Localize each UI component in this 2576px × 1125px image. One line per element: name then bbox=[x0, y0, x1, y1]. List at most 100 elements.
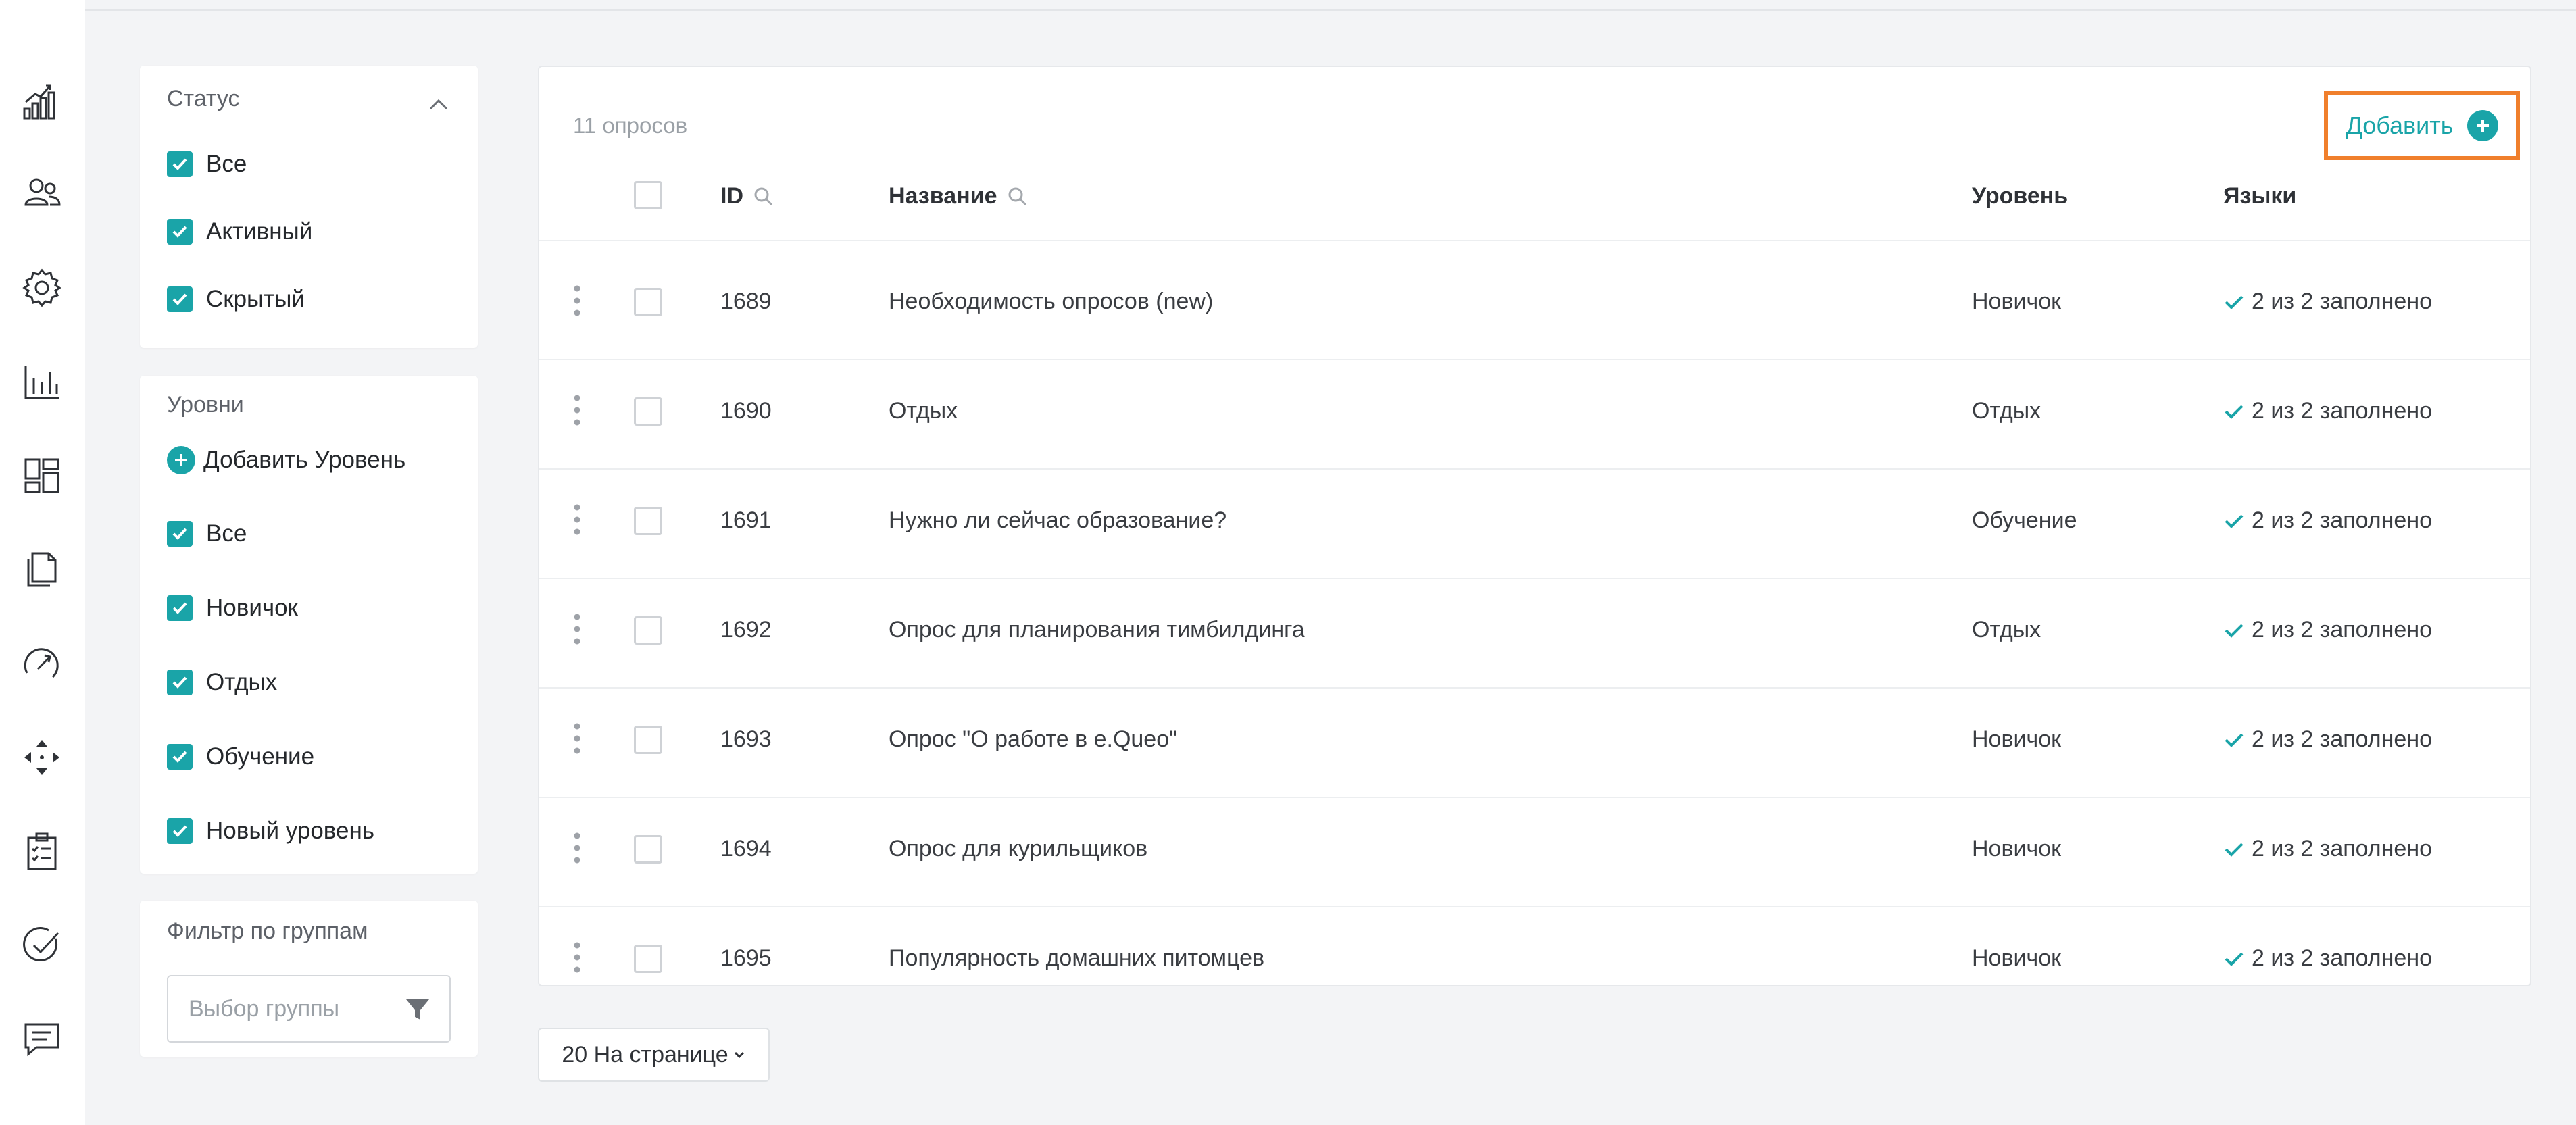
row-id: 1692 bbox=[720, 617, 772, 643]
row-languages: 2 из 2 заполнено bbox=[2223, 289, 2432, 315]
checkbox-checked-icon[interactable] bbox=[167, 595, 193, 621]
row-checkbox[interactable] bbox=[634, 945, 662, 973]
level-checkbox-rest[interactable]: Отдых bbox=[167, 668, 277, 697]
growth-chart-icon[interactable] bbox=[19, 78, 65, 124]
checkbox-checked-icon[interactable] bbox=[167, 286, 193, 312]
check-icon bbox=[2225, 843, 2244, 857]
filter-funnel-icon[interactable] bbox=[403, 995, 432, 1024]
check-icon bbox=[2225, 952, 2244, 966]
row-name[interactable]: Опрос для планирования тимбилдинга bbox=[889, 617, 1305, 643]
level-checkbox-education[interactable]: Обучение bbox=[167, 742, 314, 772]
add-survey-label: Добавить bbox=[2346, 111, 2454, 139]
check-icon bbox=[2225, 733, 2244, 747]
checkbox-checked-icon[interactable] bbox=[167, 219, 193, 245]
checkbox-checked-icon[interactable] bbox=[167, 818, 193, 844]
row-checkbox[interactable] bbox=[634, 288, 662, 316]
level-checkbox-all[interactable]: Все bbox=[167, 519, 247, 549]
row-name[interactable]: Нужно ли сейчас образование? bbox=[889, 507, 1227, 534]
level-checkbox-new-level[interactable]: Новый уровень bbox=[167, 816, 374, 846]
users-icon[interactable] bbox=[19, 171, 65, 217]
table-row[interactable]: 1695 Популярность домашних питомцев Нови… bbox=[539, 907, 2530, 985]
row-name[interactable]: Опрос "О работе в e.Queo" bbox=[889, 726, 1177, 753]
status-filter-title: Статус bbox=[167, 86, 240, 111]
status-checkbox-hidden[interactable]: Скрытый bbox=[167, 284, 305, 314]
move-arrows-icon[interactable] bbox=[19, 734, 65, 780]
level-option-label: Новый уровень bbox=[206, 818, 375, 844]
bar-chart-icon[interactable] bbox=[19, 359, 65, 405]
row-languages-label: 2 из 2 заполнено bbox=[2252, 726, 2433, 752]
checkbox-checked-icon[interactable] bbox=[167, 151, 193, 177]
table-row[interactable]: 1691 Нужно ли сейчас образование? Обучен… bbox=[539, 470, 2530, 579]
row-id: 1694 bbox=[720, 836, 772, 861]
status-checkbox-active[interactable]: Активный bbox=[167, 217, 312, 247]
select-all-checkbox[interactable] bbox=[634, 181, 662, 209]
per-page-label: 20 На странице bbox=[562, 1041, 728, 1068]
chevron-up-icon[interactable] bbox=[425, 91, 452, 118]
row-name[interactable]: Отдых bbox=[889, 398, 958, 424]
row-languages-label: 2 из 2 заполнено bbox=[2252, 945, 2433, 971]
check-circle-icon[interactable] bbox=[19, 922, 65, 968]
levels-filter-title: Уровни bbox=[167, 392, 244, 418]
level-option-label: Отдых bbox=[206, 669, 278, 695]
row-checkbox[interactable] bbox=[634, 835, 662, 864]
search-icon[interactable] bbox=[1007, 186, 1029, 207]
row-checkbox[interactable] bbox=[634, 726, 662, 754]
table-row[interactable]: 1693 Опрос "О работе в e.Queo" Новичок 2… bbox=[539, 689, 2530, 798]
survey-count: 11 опросов bbox=[573, 113, 688, 138]
status-checkbox-all[interactable]: Все bbox=[167, 149, 247, 179]
column-header-name[interactable]: Название bbox=[889, 183, 1029, 209]
drag-handle-icon[interactable] bbox=[572, 613, 583, 645]
search-icon[interactable] bbox=[753, 186, 774, 207]
row-level: Отдых bbox=[1972, 617, 2041, 643]
column-header-id[interactable]: ID bbox=[720, 183, 774, 209]
drag-handle-icon[interactable] bbox=[572, 722, 583, 755]
group-filter-title: Фильтр по группам bbox=[167, 918, 368, 944]
column-header-name-label: Название bbox=[889, 183, 997, 209]
row-languages-label: 2 из 2 заполнено bbox=[2252, 617, 2433, 643]
dashboard-icon[interactable] bbox=[19, 453, 65, 499]
row-name[interactable]: Опрос для курильщиков bbox=[889, 836, 1147, 862]
drag-handle-icon[interactable] bbox=[572, 941, 583, 974]
drag-handle-icon[interactable] bbox=[572, 503, 583, 536]
documents-icon[interactable] bbox=[19, 547, 65, 593]
add-level-button[interactable]: Добавить Уровень bbox=[167, 446, 405, 474]
checkbox-checked-icon[interactable] bbox=[167, 670, 193, 695]
drag-handle-icon[interactable] bbox=[572, 284, 583, 317]
row-level: Новичок bbox=[1972, 289, 2062, 314]
level-option-label: Обучение bbox=[206, 743, 315, 770]
row-checkbox[interactable] bbox=[634, 616, 662, 645]
row-id: 1693 bbox=[720, 726, 772, 752]
row-checkbox[interactable] bbox=[634, 507, 662, 535]
row-checkbox[interactable] bbox=[634, 397, 662, 426]
row-name[interactable]: Необходимость опросов (new) bbox=[889, 289, 1213, 315]
table-row[interactable]: 1690 Отдых Отдых 2 из 2 заполнено bbox=[539, 360, 2530, 470]
table-row[interactable]: 1689 Необходимость опросов (new) Новичок… bbox=[539, 251, 2530, 360]
row-languages-label: 2 из 2 заполнено bbox=[2252, 507, 2433, 533]
gear-icon[interactable] bbox=[19, 265, 65, 311]
level-option-label: Новичок bbox=[206, 595, 298, 621]
status-option-label: Активный bbox=[206, 218, 313, 245]
row-name[interactable]: Популярность домашних питомцев bbox=[889, 945, 1264, 972]
group-select-placeholder: Выбор группы bbox=[189, 995, 340, 1022]
checkbox-checked-icon[interactable] bbox=[167, 521, 193, 547]
speedometer-icon[interactable] bbox=[19, 641, 65, 686]
add-level-label: Добавить Уровень bbox=[203, 447, 406, 473]
chat-icon[interactable] bbox=[19, 1016, 65, 1062]
table-row[interactable]: 1694 Опрос для курильщиков Новичок 2 из … bbox=[539, 798, 2530, 907]
level-option-label: Все bbox=[206, 520, 247, 547]
table-row[interactable]: 1692 Опрос для планирования тимбилдинга … bbox=[539, 579, 2530, 689]
surveys-table-card: 11 опросов Добавить ID Название Уровень … bbox=[538, 66, 2531, 986]
column-header-languages[interactable]: Языки bbox=[2223, 183, 2296, 209]
level-checkbox-novice[interactable]: Новичок bbox=[167, 593, 298, 623]
checkbox-checked-icon[interactable] bbox=[167, 744, 193, 770]
row-languages-label: 2 из 2 заполнено bbox=[2252, 289, 2433, 314]
column-header-level-label: Уровень bbox=[1972, 183, 2069, 209]
group-select-input[interactable]: Выбор группы bbox=[167, 975, 451, 1043]
row-level: Обучение bbox=[1972, 507, 2077, 533]
clipboard-checklist-icon[interactable] bbox=[19, 828, 65, 874]
per-page-select[interactable]: 20 На странице bbox=[538, 1028, 770, 1082]
add-survey-button[interactable]: Добавить bbox=[2324, 91, 2520, 160]
column-header-level[interactable]: Уровень bbox=[1972, 183, 2068, 209]
drag-handle-icon[interactable] bbox=[572, 832, 583, 864]
drag-handle-icon[interactable] bbox=[572, 394, 583, 426]
